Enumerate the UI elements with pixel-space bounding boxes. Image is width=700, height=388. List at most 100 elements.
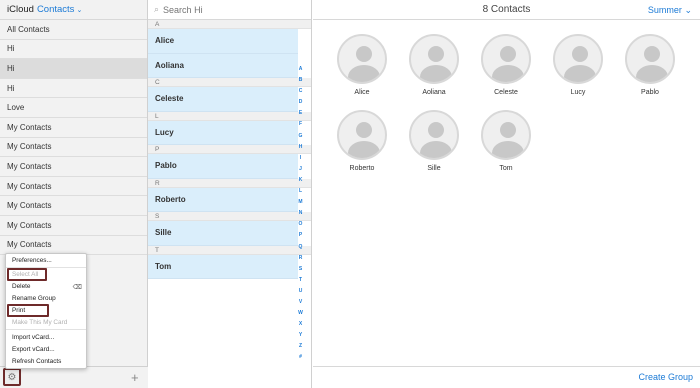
group-item[interactable]: My Contacts	[0, 138, 147, 158]
index-letter[interactable]: Q	[296, 242, 305, 253]
index-letter[interactable]: A	[296, 64, 305, 75]
contact-row[interactable]: Pablo	[148, 154, 298, 179]
contact-sections: A Alice Aoliana C Celeste L Lucy P Pablo R Roberto…	[148, 20, 311, 279]
index-letter[interactable]: I	[296, 153, 305, 164]
group-item[interactable]: Hi	[0, 59, 147, 79]
avatar	[625, 34, 675, 84]
section-header: A	[148, 20, 311, 29]
group-item[interactable]: My Contacts	[0, 177, 147, 197]
group-item[interactable]: My Contacts	[0, 216, 147, 236]
contact-row[interactable]: Sille	[148, 221, 298, 246]
contact-row[interactable]: Tom	[148, 254, 298, 279]
delete-key-icon: ⌫	[72, 284, 82, 291]
index-letter[interactable]: V	[296, 297, 305, 308]
group-item[interactable]: Hi	[0, 79, 147, 99]
avatar	[481, 110, 531, 160]
avatar	[481, 34, 531, 84]
chevron-down-icon: ⌄	[76, 6, 83, 14]
menu-item-export-vcard[interactable]: Export vCard...	[12, 346, 55, 353]
index-letter[interactable]: J	[296, 164, 305, 175]
index-letter[interactable]: U	[296, 286, 305, 297]
group-item[interactable]: Love	[0, 98, 147, 118]
index-letter[interactable]: C	[296, 86, 305, 97]
group-item[interactable]: My Contacts	[0, 196, 147, 216]
groups-footer: ⚙ +	[0, 366, 148, 388]
index-letter[interactable]: F	[296, 119, 305, 130]
index-letter[interactable]: D	[296, 97, 305, 108]
group-item[interactable]: Hi	[0, 40, 147, 60]
create-group-button[interactable]: Create Group	[638, 372, 693, 382]
contact-card-name: Lucy	[570, 89, 586, 96]
contact-card[interactable]: Alice	[332, 34, 392, 96]
menu-item-rename-group[interactable]: Rename Group	[12, 295, 56, 302]
menu-item-import-vcard[interactable]: Import vCard...	[12, 334, 54, 341]
contact-card-name: Tom	[499, 165, 513, 172]
menu-item-select-all[interactable]: Select All	[12, 271, 38, 278]
index-letter[interactable]: X	[296, 319, 305, 330]
cards-footer: Create Group	[313, 366, 700, 388]
index-letter[interactable]: E	[296, 108, 305, 119]
contact-row[interactable]: Aoliana	[148, 53, 298, 78]
section-header: P	[148, 145, 311, 154]
index-letter[interactable]: L	[296, 186, 305, 197]
group-item[interactable]: My Contacts	[0, 157, 147, 177]
settings-menu: Preferences... Select All Delete ⌫ Renam…	[5, 253, 87, 369]
contact-card-name: Sille	[427, 165, 441, 172]
avatar	[409, 34, 459, 84]
index-letter[interactable]: O	[296, 219, 305, 230]
menu-item-print[interactable]: Print	[12, 307, 25, 314]
index-letter[interactable]: Y	[296, 330, 305, 341]
app-label: Contacts	[36, 4, 75, 15]
cards-header: 8 Contacts Summer ⌄	[313, 0, 700, 20]
index-letter[interactable]: M	[296, 197, 305, 208]
account-menu[interactable]: Summer ⌄	[648, 5, 692, 16]
contact-card[interactable]: Lucy	[548, 34, 608, 96]
contact-card-name: Pablo	[641, 89, 659, 96]
avatar	[553, 34, 603, 84]
index-letter[interactable]: W	[296, 308, 305, 319]
brand-label: iCloud	[7, 4, 34, 15]
index-letter[interactable]: Z	[296, 341, 305, 352]
group-item[interactable]: My Contacts	[0, 118, 147, 138]
index-letter[interactable]: T	[296, 275, 305, 286]
contact-row[interactable]: Roberto	[148, 187, 298, 212]
account-name: Summer	[647, 5, 682, 15]
index-letter[interactable]: #	[296, 352, 305, 363]
group-item[interactable]: All Contacts	[0, 20, 147, 40]
contact-card[interactable]: Celeste	[476, 34, 536, 96]
menu-item-preferences[interactable]: Preferences...	[12, 257, 52, 264]
contact-card[interactable]: Tom	[476, 110, 536, 172]
index-letter[interactable]: N	[296, 208, 305, 219]
alphabet-index: A B C D E F G H I J K L M N O P Q R S T U V W X Y Z #	[296, 64, 305, 364]
menu-item-delete[interactable]: Delete	[12, 283, 30, 290]
index-letter[interactable]: P	[296, 230, 305, 241]
section-header: T	[148, 245, 311, 255]
contact-row[interactable]: Alice	[148, 29, 298, 54]
index-letter[interactable]: G	[296, 131, 305, 142]
index-letter[interactable]: S	[296, 264, 305, 275]
index-letter[interactable]: K	[296, 175, 305, 186]
contact-list-pane: ⌕ AAliceAolianaCCelesteLLucyPPabloRRober…	[148, 0, 312, 388]
contact-row[interactable]: Celeste	[148, 87, 298, 112]
app-title[interactable]: iCloud Contacts ⌄	[0, 0, 147, 20]
contact-card-name: Alice	[354, 89, 370, 96]
section-header: S	[148, 212, 311, 221]
chevron-down-icon: ⌄	[684, 5, 692, 15]
contact-row[interactable]: Lucy	[148, 120, 298, 145]
menu-item-refresh-contacts[interactable]: Refresh Contacts	[12, 358, 61, 365]
contact-card[interactable]: Roberto	[332, 110, 392, 172]
contact-card[interactable]: Sille	[404, 110, 464, 172]
gear-icon[interactable]: ⚙	[3, 368, 21, 386]
menu-item-make-my-card[interactable]: Make This My Card	[12, 319, 67, 326]
contact-card[interactable]: Aoliana	[404, 34, 464, 96]
search-bar: ⌕	[148, 0, 311, 20]
contact-card[interactable]: Pablo	[620, 34, 680, 96]
add-group-button[interactable]: +	[131, 370, 139, 385]
search-input[interactable]	[163, 4, 284, 15]
index-letter[interactable]: H	[296, 142, 305, 153]
index-letter[interactable]: B	[296, 75, 305, 86]
avatar	[409, 110, 459, 160]
index-letter[interactable]: R	[296, 253, 305, 264]
section-header: L	[148, 111, 311, 121]
contact-card-name: Roberto	[349, 165, 375, 172]
